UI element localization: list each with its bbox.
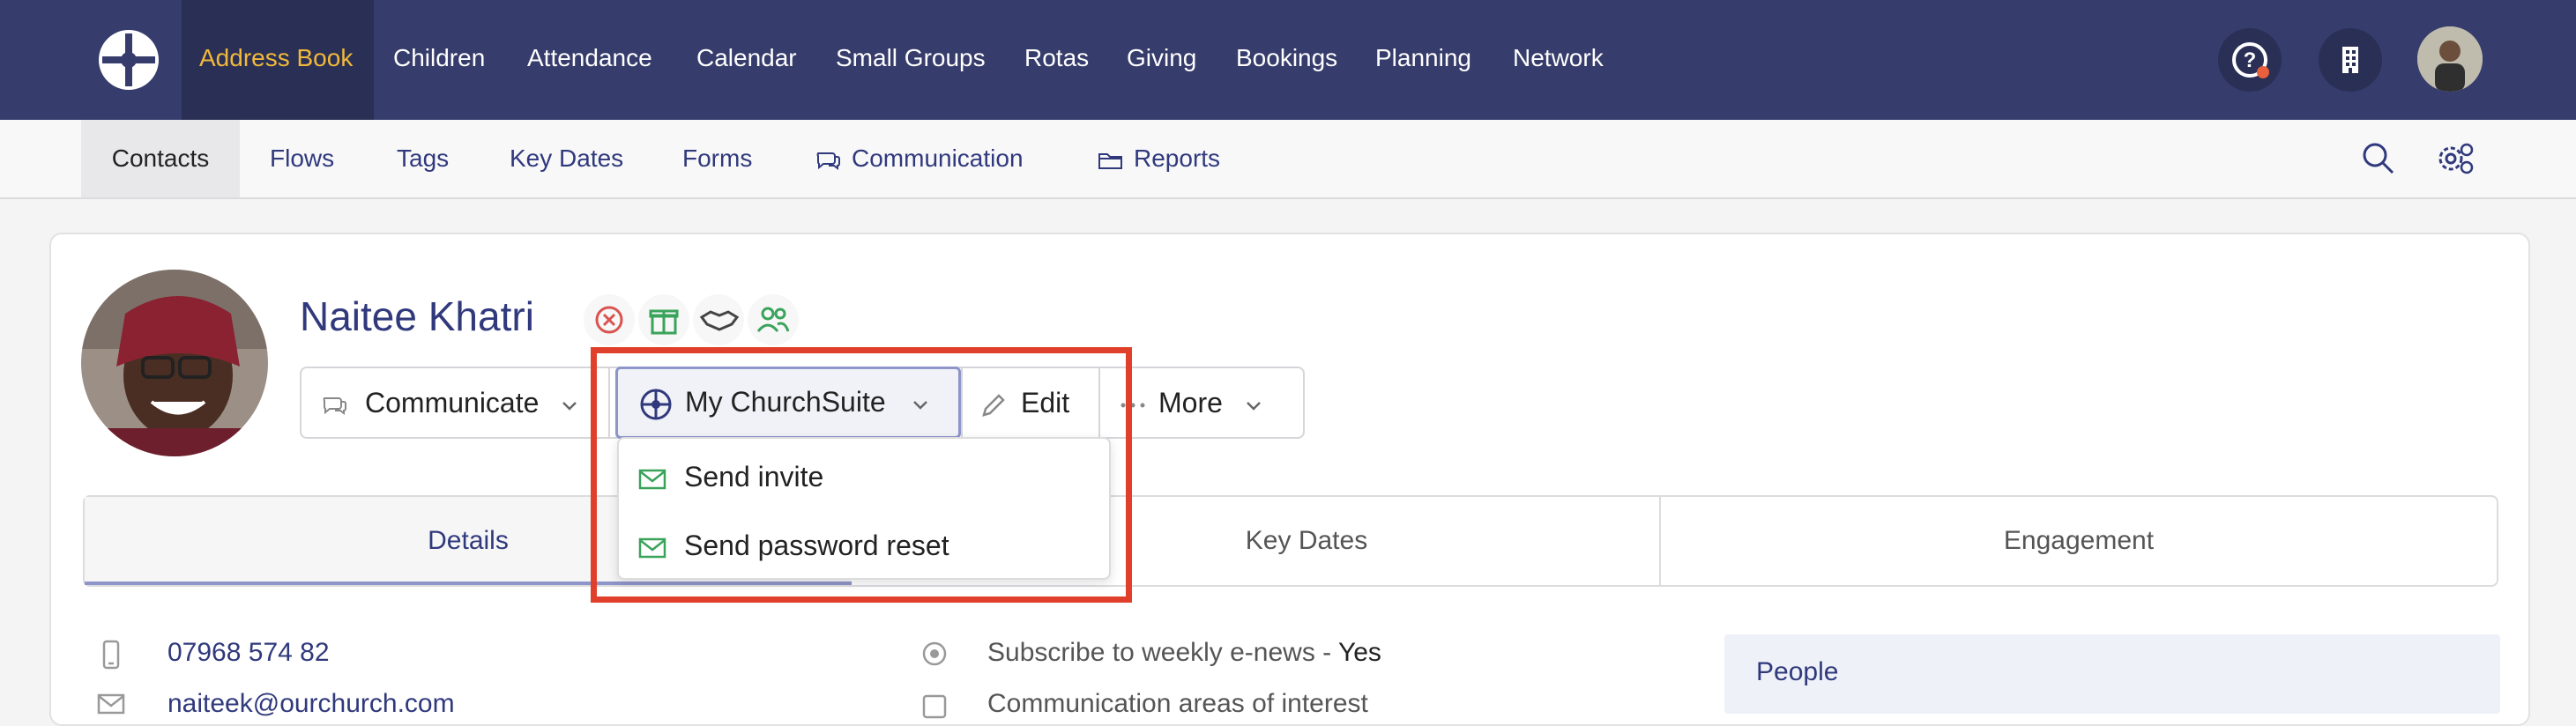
people-panel: People: [1724, 634, 2500, 714]
search-icon[interactable]: [2359, 139, 2398, 178]
subscribe-label: Subscribe to weekly e-news -: [987, 638, 1338, 667]
contact-photo: [81, 270, 268, 456]
folder-icon: [1098, 152, 1122, 169]
subnav-communication-label: Communication: [852, 144, 1024, 172]
nav-children[interactable]: Children: [393, 0, 485, 120]
nav-network[interactable]: Network: [1513, 0, 1604, 120]
subnav-flows[interactable]: Flows: [270, 120, 334, 197]
nav-address-book[interactable]: Address Book: [182, 0, 374, 120]
nav-small-groups[interactable]: Small Groups: [836, 0, 986, 120]
top-navbar: Address Book Children Attendance Calenda…: [0, 0, 2576, 120]
tab-engagement[interactable]: Engagement: [1661, 497, 2497, 585]
subnav-communication[interactable]: Communication: [815, 120, 1024, 197]
subscribe-value: Yes: [1337, 638, 1381, 667]
settings-gear-icon[interactable]: [2433, 137, 2477, 180]
contact-phone[interactable]: 07968 574 82: [168, 638, 330, 668]
subnav-contacts[interactable]: Contacts: [81, 120, 240, 197]
user-avatar[interactable]: [2417, 26, 2483, 92]
nav-calendar[interactable]: Calendar: [696, 0, 797, 120]
communicate-label: Communicate: [365, 387, 540, 419]
more-label: More: [1158, 387, 1223, 419]
nav-planning[interactable]: Planning: [1375, 0, 1471, 120]
gift-icon[interactable]: [638, 294, 689, 345]
communicate-button[interactable]: Communicate: [321, 368, 580, 437]
subnav-tags[interactable]: Tags: [397, 120, 449, 197]
email-icon: [97, 693, 125, 715]
people-panel-title: People: [1756, 657, 1839, 686]
chat-icon: [816, 152, 840, 170]
help-icon[interactable]: ?: [2218, 28, 2282, 92]
highlight-annotation: [591, 347, 1132, 603]
nav-attendance[interactable]: Attendance: [527, 0, 652, 120]
subscribe-field: Subscribe to weekly e-news - Yes: [987, 638, 1381, 668]
churchsuite-logo-icon[interactable]: [95, 26, 162, 93]
sub-navbar: Contacts Flows Tags Key Dates Forms Comm…: [0, 120, 2576, 199]
building-icon[interactable]: [2319, 28, 2382, 92]
chevron-down-icon: [1246, 401, 1261, 411]
radio-dot-icon: [922, 641, 947, 666]
people-icon[interactable]: [748, 294, 799, 345]
contact-name: Naitee Khatri: [300, 293, 534, 339]
more-button[interactable]: More: [1120, 368, 1264, 437]
subnav-reports[interactable]: Reports: [1097, 120, 1220, 197]
svg-text:?: ?: [2244, 48, 2257, 72]
handshake-icon[interactable]: [693, 294, 744, 345]
communication-areas-field: Communication areas of interest: [987, 689, 1368, 718]
subnav-key-dates[interactable]: Key Dates: [510, 120, 623, 197]
nav-rotas[interactable]: Rotas: [1024, 0, 1089, 120]
contact-tabs: Details Key Dates Engagement: [83, 495, 2498, 587]
checkbox-icon: [922, 694, 947, 719]
chat-icon: [323, 396, 346, 415]
subnav-forms[interactable]: Forms: [682, 120, 752, 197]
unsubscribed-badge-icon[interactable]: [584, 294, 635, 345]
mobile-phone-icon: [102, 640, 120, 670]
subnav-reports-label: Reports: [1134, 144, 1221, 172]
nav-bookings[interactable]: Bookings: [1236, 0, 1337, 120]
chevron-down-icon: [562, 401, 577, 411]
contact-email[interactable]: naiteek@ourchurch.com: [168, 689, 455, 719]
nav-giving[interactable]: Giving: [1127, 0, 1196, 120]
